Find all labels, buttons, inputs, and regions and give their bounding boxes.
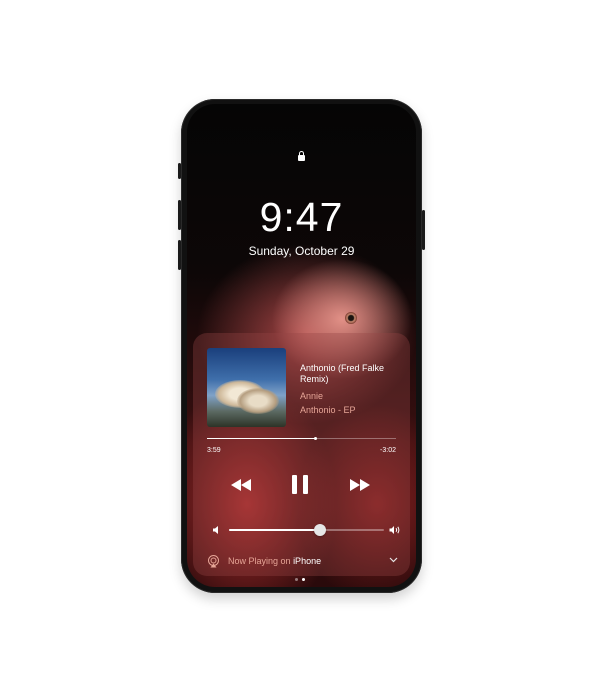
- output-route-label: Now Playing on: [228, 556, 291, 566]
- pause-icon: [303, 475, 308, 494]
- output-route[interactable]: Now Playing on iPhone: [228, 556, 321, 566]
- page-indicator: [292, 578, 312, 582]
- output-device-name: iPhone: [293, 556, 322, 566]
- artist-name: Annie: [300, 391, 324, 401]
- rewind-button[interactable]: [231, 479, 253, 491]
- volume-down-button: [178, 240, 181, 270]
- elapsed-time: 3:59: [207, 447, 221, 454]
- chevron-down-icon[interactable]: [389, 557, 398, 563]
- song-title: Anthonio (Fred Falke Remix): [300, 363, 385, 384]
- airplay-icon[interactable]: [207, 555, 220, 568]
- volume-slider-handle[interactable]: [314, 524, 327, 536]
- playback-scrubber[interactable]: [207, 437, 396, 440]
- volume-slider[interactable]: [229, 524, 384, 536]
- playback-progress: [207, 438, 315, 439]
- wallpaper-detail: [345, 312, 357, 324]
- fast-forward-icon: [350, 479, 360, 491]
- rewind-icon: [241, 479, 251, 491]
- now-playing-widget[interactable]: Anthonio (Fred Falke Remix) Annie Anthon…: [193, 333, 410, 576]
- silent-switch: [178, 163, 181, 179]
- pause-button[interactable]: [292, 475, 308, 494]
- pause-icon: [292, 475, 297, 494]
- lock-icon: [298, 151, 305, 161]
- clock-time: 9:47: [259, 194, 344, 240]
- album-name: Anthonio - EP: [300, 405, 356, 415]
- clock-date: Sunday, October 29: [248, 244, 355, 258]
- lock-screen: 9:47 Sunday, October 29 Anthonio (Fred F…: [187, 104, 416, 587]
- artwork-cloud: [237, 388, 279, 414]
- volume-low-icon: [213, 526, 218, 534]
- power-button: [422, 210, 425, 250]
- page-dot: [302, 578, 305, 581]
- remaining-time: -3:02: [380, 447, 396, 454]
- volume-high-icon: [389, 526, 400, 534]
- playback-scrubber-handle[interactable]: [313, 437, 317, 440]
- rewind-icon: [231, 479, 241, 491]
- album-artwork[interactable]: [207, 348, 286, 427]
- fast-forward-button[interactable]: [348, 479, 370, 491]
- volume-level: [229, 529, 321, 531]
- volume-up-button: [178, 200, 181, 230]
- fast-forward-icon: [360, 479, 370, 491]
- page-dot: [295, 578, 298, 581]
